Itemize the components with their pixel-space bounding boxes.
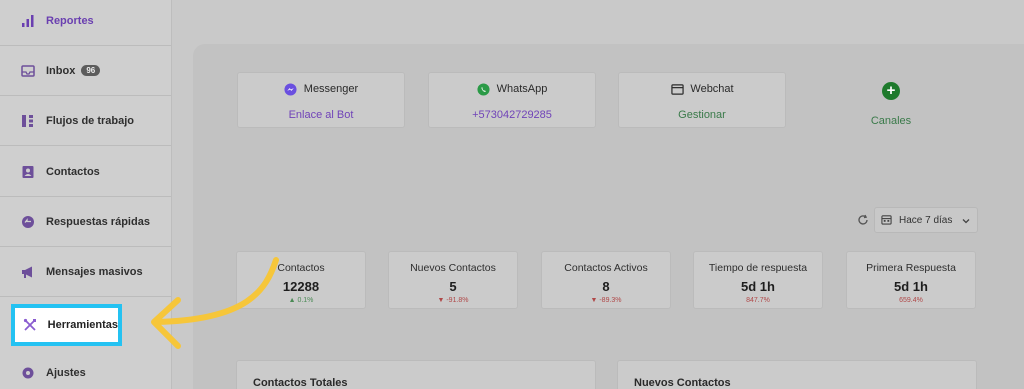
date-range-value: Hace 7 días	[899, 214, 953, 226]
stat-title: Tiempo de respuesta	[708, 262, 808, 274]
sidebar-item-label: Herramientas	[47, 319, 118, 331]
nuevos-contactos-panel: Nuevos Contactos	[617, 360, 977, 389]
channel-link[interactable]: Gestionar	[619, 109, 785, 121]
sidebar-item-flujos[interactable]: Flujos de trabajo	[0, 96, 171, 146]
tools-icon	[22, 317, 38, 333]
messenger-icon	[284, 82, 298, 96]
channel-link[interactable]: +573042729285	[429, 109, 595, 121]
workflow-icon	[20, 113, 36, 129]
stat-delta: ▼ -91.8%	[437, 297, 469, 304]
stat-value: 8	[602, 279, 610, 294]
plus-icon: +	[886, 82, 896, 99]
sidebar-item-label: Contactos	[46, 165, 100, 178]
sidebar-item-label: Reportes	[46, 14, 94, 27]
contacts-icon	[20, 164, 36, 180]
panel-title: Contactos Totales	[253, 377, 348, 389]
stat-value: 5d 1h	[741, 279, 775, 294]
add-channel-button[interactable]: +	[882, 82, 900, 100]
add-channel-label[interactable]: Canales	[860, 115, 922, 127]
stat-title: Primera Respuesta	[866, 262, 956, 274]
sidebar-item-label: Mensajes masivos	[46, 265, 143, 278]
bar-chart-icon	[20, 13, 36, 29]
channel-name: Webchat	[690, 83, 734, 95]
sidebar-item-mensajes[interactable]: Mensajes masivos	[0, 247, 171, 297]
sidebar-item-herramientas[interactable]: Herramientas	[11, 304, 122, 346]
panel-title: Nuevos Contactos	[634, 377, 731, 389]
stat-delta: 847.7%	[746, 297, 770, 304]
sidebar-item-label: Inbox	[46, 64, 76, 77]
sidebar-item-contactos[interactable]: Contactos	[0, 147, 171, 197]
stat-card-nuevos: Nuevos Contactos 5 ▼ -91.8%	[388, 251, 518, 309]
sidebar-item-ajustes[interactable]: Ajustes	[0, 348, 171, 389]
stat-card-activos: Contactos Activos 8 ▼ -89.3%	[541, 251, 671, 309]
stat-delta: 659.4%	[899, 297, 923, 304]
whatsapp-icon	[477, 82, 491, 96]
channel-name: Messenger	[303, 83, 359, 95]
refresh-icon[interactable]	[855, 212, 871, 228]
sidebar-item-inbox[interactable]: Inbox 96	[0, 46, 171, 96]
channel-card-whatsapp: WhatsApp +573042729285	[428, 72, 596, 128]
sidebar-item-label: Ajustes	[46, 366, 86, 379]
stat-card-contactos: Contactos 12288 ▲ 0.1%	[236, 251, 366, 309]
date-range-select[interactable]: Hace 7 días	[874, 207, 978, 233]
contactos-totales-panel: Contactos Totales	[236, 360, 596, 389]
settings-icon	[20, 365, 36, 381]
inbox-count-badge: 96	[81, 65, 101, 76]
quick-reply-icon	[20, 214, 36, 230]
stat-delta: ▼ -89.3%	[590, 297, 622, 304]
webchat-icon	[670, 82, 684, 96]
sidebar-item-label: Respuestas rápidas	[46, 215, 150, 228]
inbox-icon	[20, 63, 36, 79]
stat-title: Contactos Activos	[564, 262, 648, 274]
channel-card-webchat: Webchat Gestionar	[618, 72, 786, 128]
sidebar-item-reportes[interactable]: Reportes	[0, 0, 171, 46]
stat-delta: ▲ 0.1%	[288, 297, 314, 304]
stat-title: Contactos	[277, 262, 325, 274]
stat-value: 5d 1h	[894, 279, 928, 294]
trend-down-icon: ▼	[437, 297, 447, 304]
stat-card-primera: Primera Respuesta 5d 1h 659.4%	[846, 251, 976, 309]
trend-down-icon: ▼	[590, 297, 600, 304]
calendar-icon	[881, 214, 893, 226]
sidebar-item-label: Flujos de trabajo	[46, 114, 135, 127]
chevron-down-icon	[961, 216, 971, 226]
stat-value: 5	[449, 279, 457, 294]
stat-value: 12288	[282, 279, 320, 294]
channel-link[interactable]: Enlace al Bot	[238, 109, 404, 121]
megaphone-icon	[20, 264, 36, 280]
stat-card-tiempo: Tiempo de respuesta 5d 1h 847.7%	[693, 251, 823, 309]
sidebar-item-respuestas[interactable]: Respuestas rápidas	[0, 197, 171, 247]
channel-name: WhatsApp	[496, 83, 548, 95]
stat-title: Nuevos Contactos	[410, 262, 496, 274]
channel-card-messenger: Messenger Enlace al Bot	[237, 72, 405, 128]
